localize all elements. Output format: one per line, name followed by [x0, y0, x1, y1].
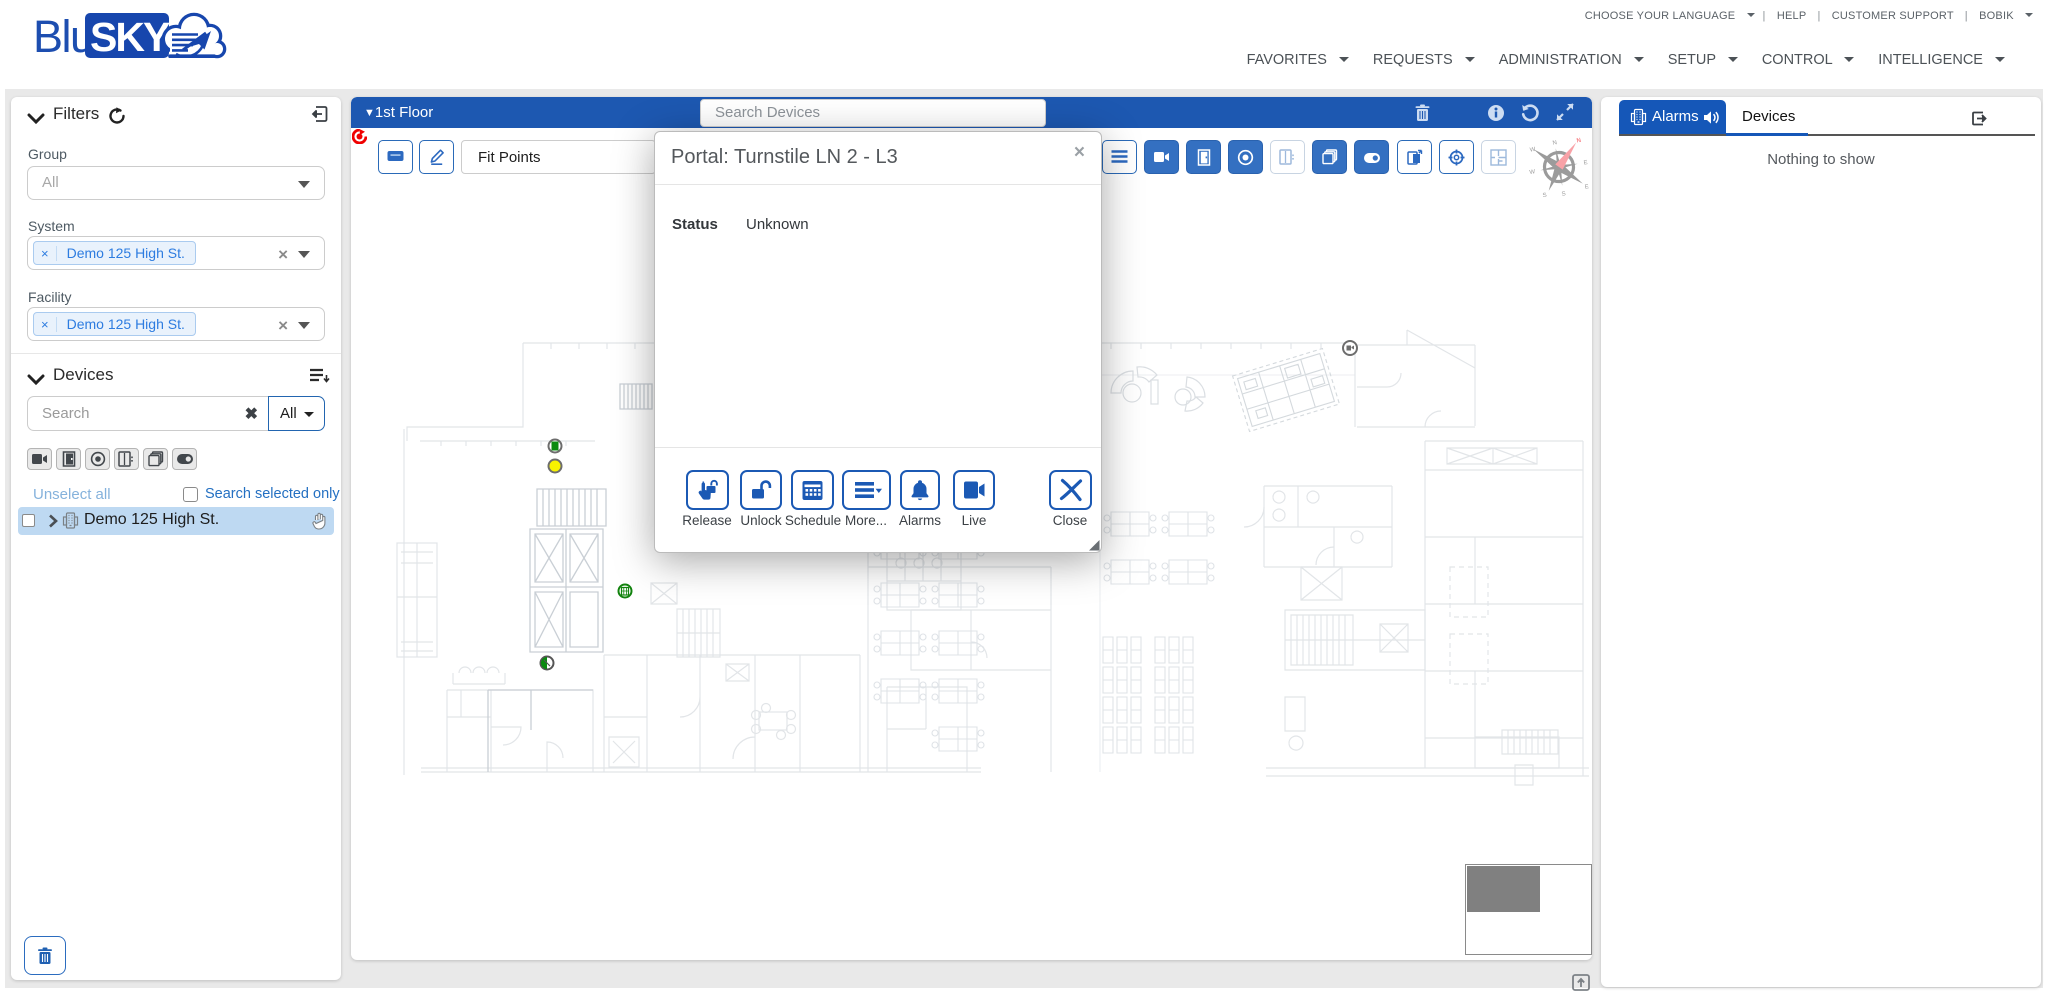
svg-text:SKY: SKY [90, 14, 170, 60]
svg-text:Blu: Blu [33, 11, 94, 62]
